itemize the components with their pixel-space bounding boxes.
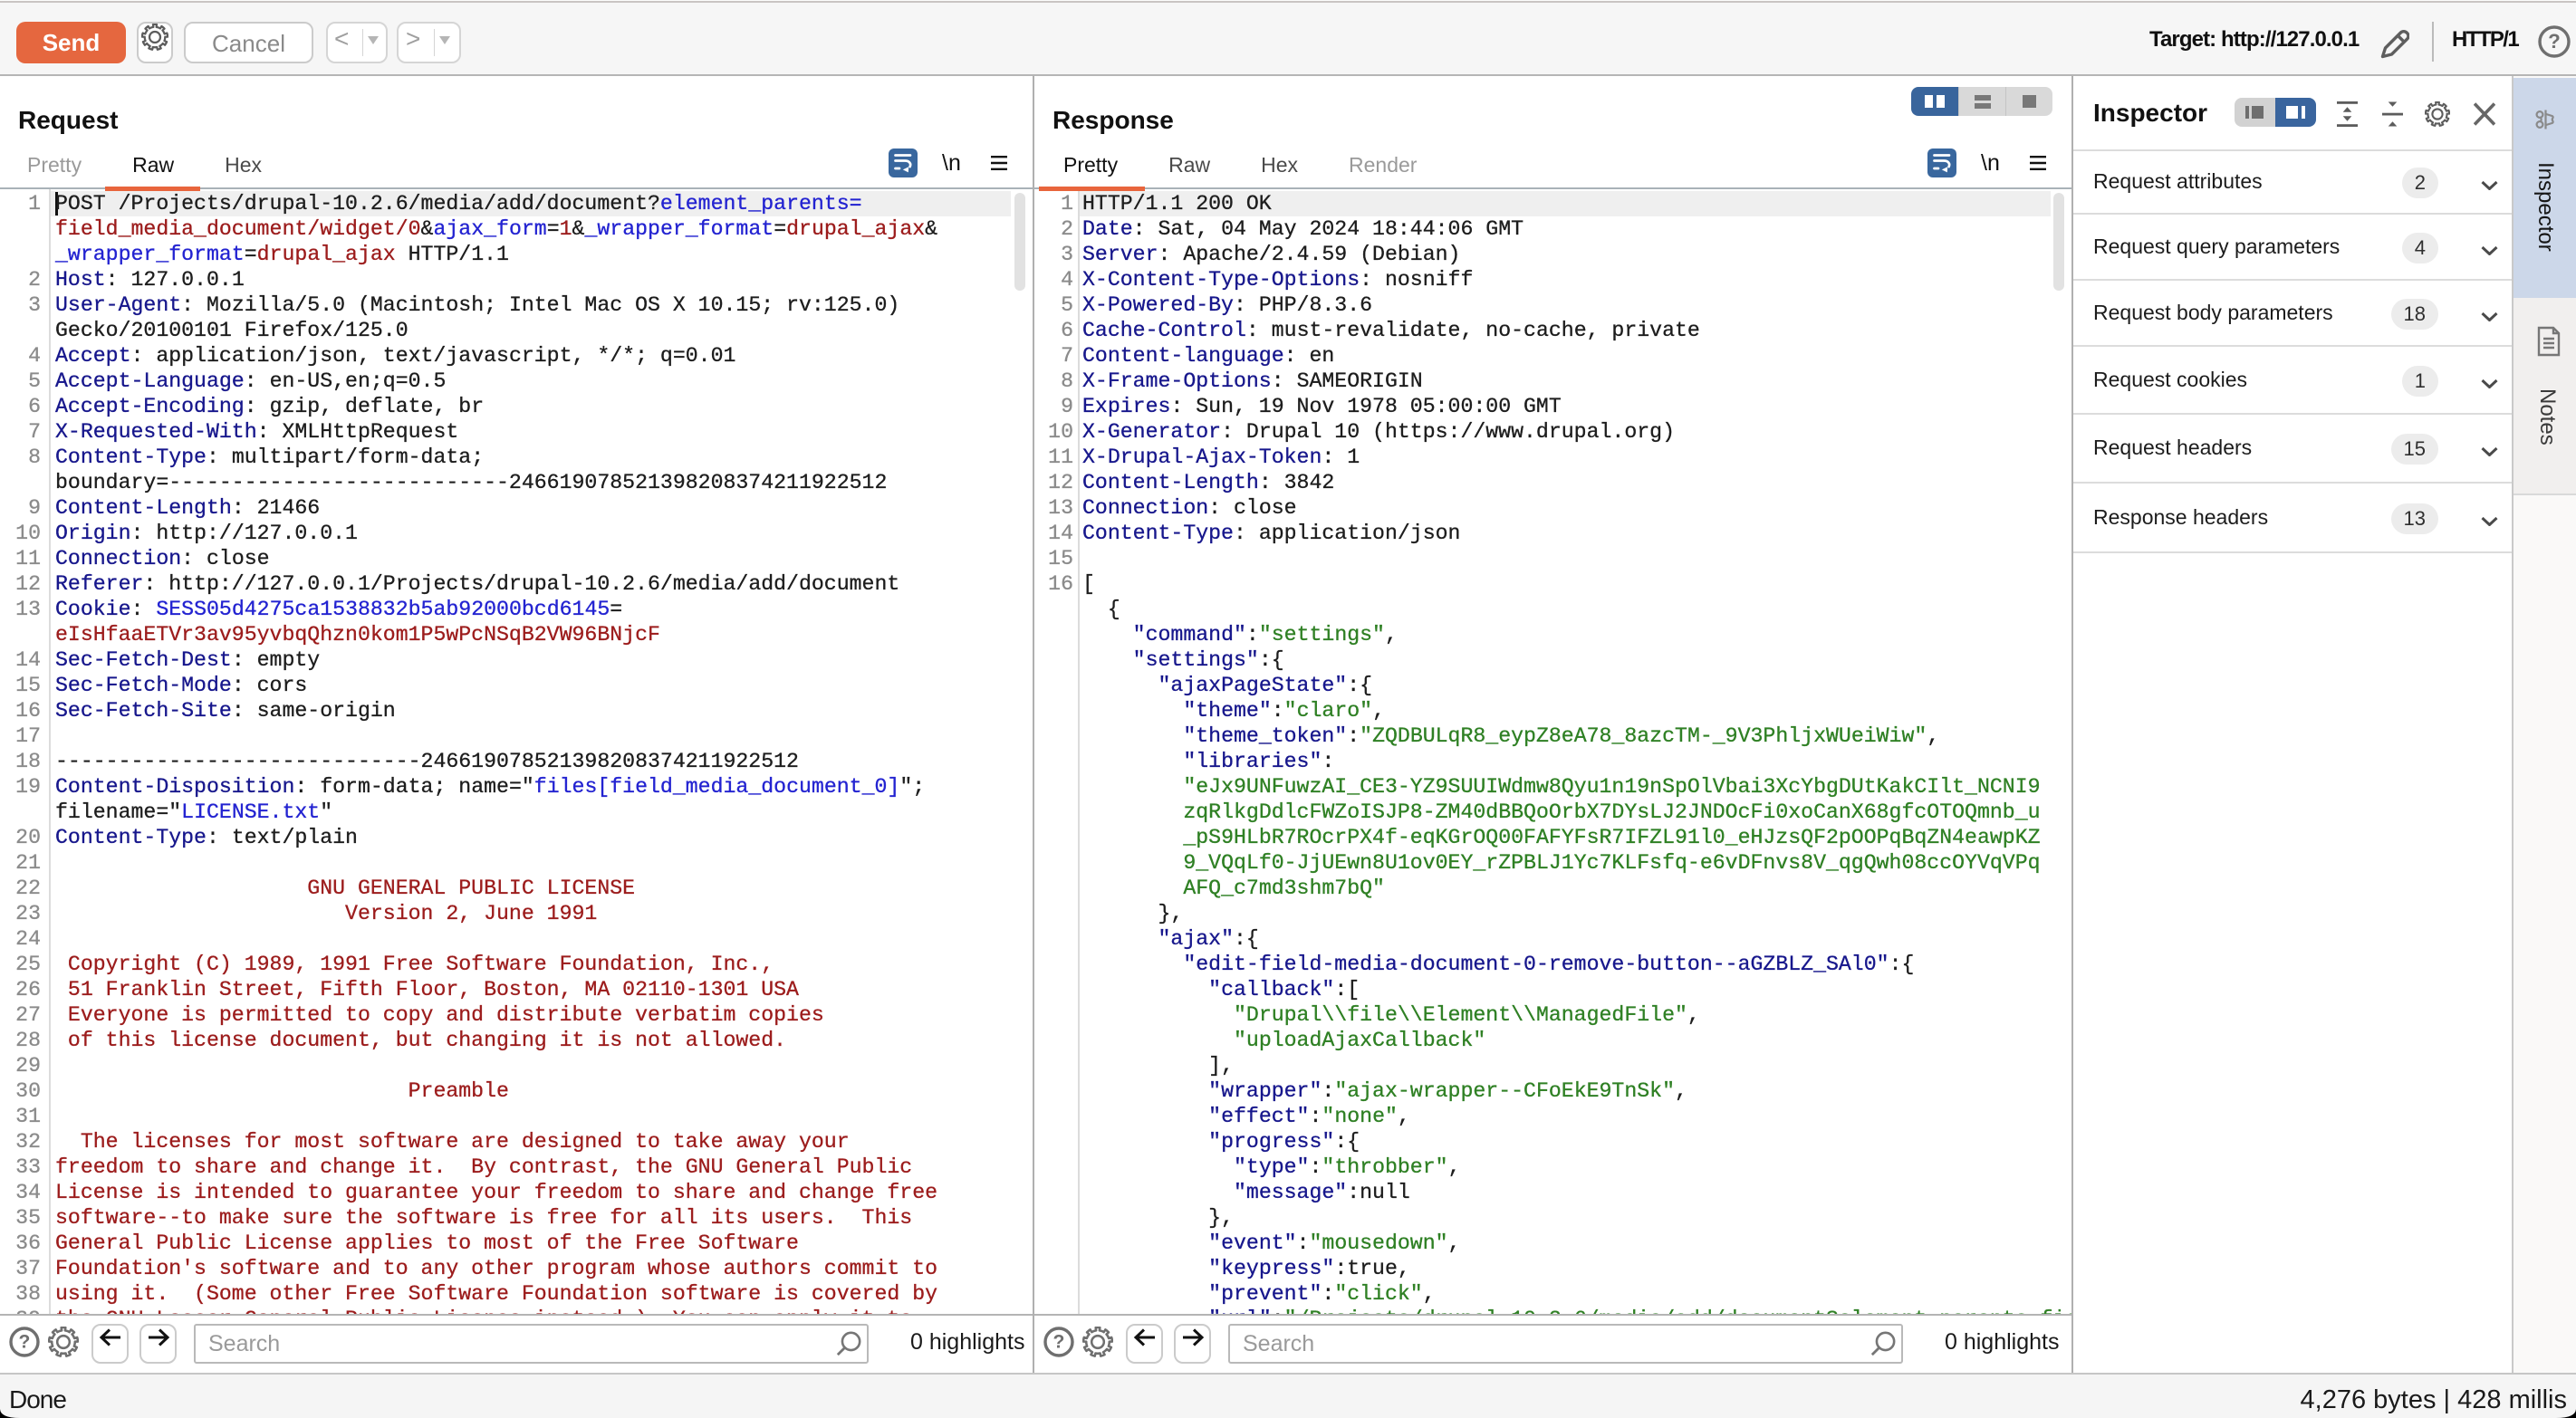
svg-text:?: ?: [1053, 1331, 1065, 1352]
svg-text:?: ?: [19, 1331, 31, 1352]
svg-text:?: ?: [2548, 30, 2561, 53]
